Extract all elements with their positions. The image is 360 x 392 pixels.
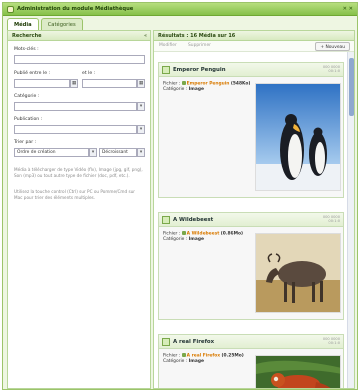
published-to-label: et le :	[82, 71, 96, 76]
keywords-input[interactable]	[14, 55, 145, 64]
category-line: Catégorie : Image	[163, 237, 204, 242]
file-link[interactable]: A real Firefox	[187, 354, 220, 359]
tab-categories[interactable]: Catégories	[40, 18, 83, 30]
media-time: 00:1:0	[328, 341, 340, 346]
file-line: Fichier : A real Firefox (0.25Mo)	[163, 353, 244, 359]
publication-select[interactable]	[14, 125, 137, 134]
new-media-button[interactable]: + Nouveau	[315, 42, 350, 51]
title-bar: Administration du module Médiathèque ✕ ✕	[3, 3, 357, 16]
media-date: 000 0000	[322, 215, 340, 219]
media-date: 000 0000	[322, 337, 340, 341]
media-meta: 000 0000 00:1:0	[323, 337, 340, 346]
category-line: Catégorie : Image	[163, 87, 204, 92]
dropdown-arrow-icon[interactable]: ▾	[137, 125, 145, 134]
media-card-header: A real Firefox 000 0000 00:1:0	[159, 335, 343, 349]
multiselect-help-text: Utilisez la touche control (Ctrl) sur PC…	[14, 189, 136, 200]
upload-help-text: Média à télécharger de type Vidéo (flv),…	[14, 167, 143, 178]
file-label: Fichier :	[163, 353, 181, 359]
file-line: Fichier : Emperor Penguin (548Ko)	[163, 81, 250, 87]
file-label: Fichier :	[163, 81, 181, 87]
penguin-thumbnail[interactable]	[255, 83, 341, 191]
search-panel-title: Recherche	[12, 33, 42, 39]
tab-bar: Média Catégories	[7, 18, 83, 30]
results-panel: Résultats : 16 Média sur 16 Modifier Sup…	[153, 30, 355, 389]
media-title: A real Firefox	[173, 339, 215, 345]
sort-by-label: Trier par :	[14, 140, 37, 145]
file-icon	[181, 231, 186, 235]
sort-order-value: Décroissant	[102, 150, 128, 155]
results-toolbar: Modifier Supprimer + Nouveau	[154, 41, 354, 52]
category-label: Catégorie :	[163, 87, 188, 92]
scrollbar-thumb[interactable]	[349, 58, 354, 116]
search-panel: Recherche « Mots-clés : Publié entre le …	[7, 30, 151, 389]
category-value: Image	[188, 359, 204, 364]
file-line: Fichier : A Wildebeest (0.86Mo)	[163, 231, 243, 237]
file-link[interactable]: Emperor Penguin	[187, 82, 230, 87]
media-date: 000 0000	[322, 65, 340, 69]
file-icon	[181, 353, 186, 357]
results-count: Résultats : 16 Média sur 16	[158, 33, 236, 39]
category-label: Catégorie :	[14, 94, 40, 99]
media-time: 00:1:0	[328, 219, 340, 224]
window-controls[interactable]: ✕ ✕	[343, 6, 353, 12]
modify-button[interactable]: Modifier	[159, 43, 177, 48]
published-to-input[interactable]	[82, 79, 137, 88]
media-card-body: Fichier : A real Firefox (0.25Mo) Catégo…	[159, 349, 343, 388]
sort-order-select[interactable]: Décroissant	[99, 148, 137, 157]
category-label: Catégorie :	[163, 237, 188, 242]
dropdown-arrow-icon[interactable]: ▾	[89, 148, 97, 157]
published-from-label: Publié entre le :	[14, 71, 51, 76]
file-link[interactable]: A Wildebeest	[187, 232, 220, 237]
category-label: Catégorie :	[163, 359, 188, 364]
category-value: Image	[188, 87, 204, 92]
keywords-label: Mots-clés :	[14, 47, 39, 52]
window-icon	[7, 6, 14, 13]
dropdown-arrow-icon[interactable]: ▾	[137, 102, 145, 111]
dropdown-arrow-icon[interactable]: ▾	[137, 148, 145, 157]
collapse-arrow-icon[interactable]: «	[144, 31, 147, 41]
media-admin-window: Administration du module Médiathèque ✕ ✕…	[2, 2, 358, 390]
media-time: 00:1:0	[328, 69, 340, 74]
media-title: A Wildebeest	[173, 217, 214, 223]
red-panda-thumbnail[interactable]	[255, 355, 341, 388]
media-card-header: A Wildebeest 000 0000 00:1:0	[159, 213, 343, 227]
calendar-icon[interactable]: ▦	[137, 79, 145, 88]
calendar-icon[interactable]: ▦	[70, 79, 78, 88]
category-select[interactable]	[14, 102, 137, 111]
media-card-body: Fichier : A Wildebeest (0.86Mo) Catégori…	[159, 227, 343, 319]
media-card-body: Fichier : Emperor Penguin (548Ko) Catégo…	[159, 77, 343, 197]
media-meta: 000 0000 00:1:0	[323, 65, 340, 74]
tab-media[interactable]: Média	[7, 18, 39, 30]
media-card[interactable]: A Wildebeest 000 0000 00:1:0 Fichier : A …	[158, 212, 344, 320]
wildebeest-thumbnail[interactable]	[255, 233, 341, 313]
media-item-icon	[162, 338, 170, 346]
file-size: (0.25Mo)	[221, 353, 244, 359]
file-label: Fichier :	[163, 231, 181, 237]
search-panel-header: Recherche «	[8, 31, 150, 41]
publication-label: Publication :	[14, 117, 43, 122]
file-icon	[181, 81, 186, 85]
media-item-icon	[162, 66, 170, 74]
media-card[interactable]: A real Firefox 000 0000 00:1:0 Fichier : …	[158, 334, 344, 388]
file-size: (0.86Mo)	[220, 231, 243, 237]
file-size: (548Ko)	[230, 81, 251, 87]
category-value: Image	[188, 237, 204, 242]
media-item-icon	[162, 216, 170, 224]
window-title: Administration du module Médiathèque	[17, 6, 134, 12]
sort-by-select[interactable]: Ordre de création	[14, 148, 89, 157]
results-panel-header: Résultats : 16 Média sur 16	[154, 31, 354, 41]
sort-by-value: Ordre de création	[17, 150, 56, 155]
media-card[interactable]: Emperor Penguin 000 0000 00:1:0 Fichier :…	[158, 62, 344, 198]
delete-button[interactable]: Supprimer	[188, 43, 211, 48]
media-card-header: Emperor Penguin 000 0000 00:1:0	[159, 63, 343, 77]
results-scrollbar[interactable]	[347, 52, 354, 388]
category-line: Catégorie : Image	[163, 359, 204, 364]
media-meta: 000 0000 00:1:0	[323, 215, 340, 224]
media-title: Emperor Penguin	[173, 67, 226, 73]
published-from-input[interactable]	[14, 79, 70, 88]
